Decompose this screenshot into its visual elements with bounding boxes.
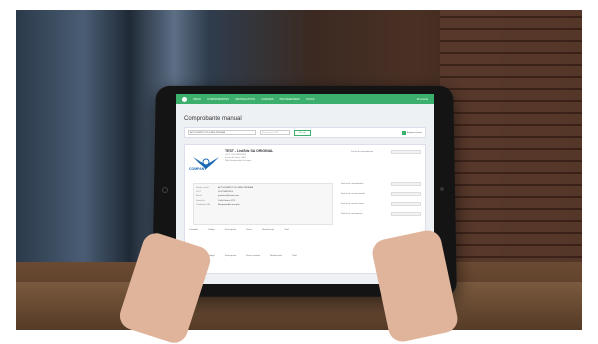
invoice-subtitle: CUIT: 20-12345678-9 Punto de Venta: 0001… [225, 154, 251, 163]
tablet-camera [440, 187, 444, 191]
search-button[interactable]: Buscar [294, 129, 311, 136]
company-checkbox-group[interactable]: Empresa activa [401, 130, 422, 135]
client-select[interactable]: ACTSCUENTO/TS-ORES PRUEBA [188, 130, 256, 135]
client-key: Condición IVA [196, 203, 210, 206]
client-value: Responsable inscripto [218, 203, 240, 206]
column-header: Precio unitario [246, 255, 261, 257]
user-menu[interactable]: Mi cuenta [417, 98, 428, 101]
top-navigation-bar: INICIO COMPROBANTES VENTA/GASTOS CLIENTE… [176, 94, 434, 104]
cuit-search-input[interactable]: Buscar por CUIT [260, 130, 290, 135]
nav-item-clientes[interactable]: CLIENTES [261, 98, 274, 101]
due-date-field[interactable] [391, 212, 421, 216]
checkbox-icon[interactable] [401, 130, 406, 135]
date-label: Fecha de comprobante [341, 183, 364, 185]
column-header: Cantidad [189, 229, 198, 231]
column-header: Bonificación [270, 255, 282, 257]
checkbox-label: Empresa activa [406, 131, 422, 134]
app-logo-icon[interactable] [182, 96, 187, 102]
column-header: Descripción [224, 229, 237, 231]
nav-item-proveedores[interactable]: PROVEEDORES [280, 98, 300, 101]
brick-wall [440, 10, 582, 280]
page-title: Comprobante manual [184, 116, 242, 122]
column-header: Código [207, 229, 215, 231]
photo-scene: INICIO COMPROBANTES VENTA/GASTOS CLIENTE… [0, 0, 598, 344]
point-of-sale-field[interactable] [391, 150, 421, 154]
column-header: Descripción [224, 255, 237, 257]
column-header: Bonificación [262, 229, 275, 231]
nav-item-stock[interactable]: STOCK [306, 98, 315, 101]
invoice-title: TEST - ListSiis SA ORIGINAL [225, 149, 274, 153]
items-header-row: Cantidad Código Descripción Precio Bonif… [189, 229, 421, 231]
nav-item-comprobantes[interactable]: COMPROBANTES [207, 98, 229, 101]
due-date-label: Fecha de vencimiento [341, 213, 363, 215]
client-info-box: Razón social ACTSCUENTO/TS-ORES PRUEBA CU… [193, 183, 333, 225]
service-to-label: Fecha de servicio hasta [341, 203, 365, 205]
column-header: Precio [246, 229, 253, 231]
date-field[interactable] [391, 182, 421, 186]
column-header: Total [291, 255, 297, 257]
service-from-field[interactable] [391, 192, 421, 196]
nav-item-inicio[interactable]: INICIO [193, 98, 201, 101]
search-row: ACTSCUENTO/TS-ORES PRUEBA Buscar por CUI… [184, 127, 426, 138]
nav-item-ventas[interactable]: VENTA/GASTOS [235, 98, 255, 101]
company-logo-text: COMPANY [189, 167, 207, 171]
point-of-sale-label: Punto de comprobante [351, 151, 374, 153]
column-header: Total [284, 229, 289, 231]
client-row: Condición IVA Responsable inscripto [196, 203, 330, 207]
invoice-sub-line: IVA: Responsable Inscripto [225, 160, 252, 162]
tablet-home-button [162, 187, 168, 193]
service-to-field[interactable] [391, 202, 421, 206]
service-from-label: Fecha de servicio desde [341, 193, 365, 195]
